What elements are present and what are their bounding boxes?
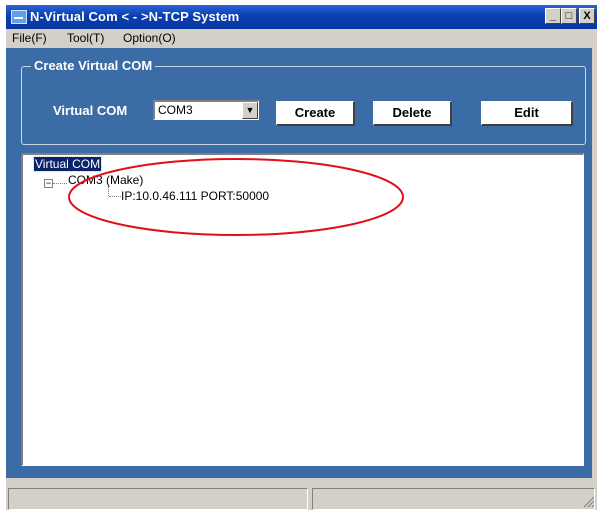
maximize-icon: □: [565, 10, 573, 22]
app-icon: [11, 10, 27, 24]
virtual-com-select[interactable]: COM3 ▼: [153, 100, 259, 120]
menu-tool[interactable]: Tool(T): [67, 31, 104, 45]
virtual-com-select-value: COM3: [158, 103, 193, 117]
menu-file[interactable]: File(F): [12, 31, 47, 45]
highlight-ellipse: [68, 158, 404, 236]
main-window: N-Virtual Com < - >N-TCP System _ □ X Fi…: [6, 5, 597, 510]
menu-bar: File(F) Tool(T) Option(O): [6, 29, 597, 48]
window-title: N-Virtual Com < - >N-TCP System: [30, 9, 240, 24]
status-panel-left: [8, 488, 308, 510]
status-panel-right: [312, 488, 595, 510]
close-icon: X: [583, 10, 591, 22]
content-panel: Create Virtual COM Virtual COM COM3 ▼ Cr…: [6, 48, 592, 478]
delete-button[interactable]: Delete: [373, 101, 452, 126]
virtual-com-label: Virtual COM: [53, 103, 128, 118]
minimize-button[interactable]: _: [545, 8, 561, 24]
close-button[interactable]: X: [579, 8, 595, 24]
minimize-icon: _: [549, 10, 557, 22]
create-button[interactable]: Create: [276, 101, 355, 126]
tree-connector: [53, 183, 67, 185]
virtual-com-tree[interactable]: Virtual COM − COM3 (Make) IP:10.0.46.111…: [21, 153, 584, 466]
title-bar[interactable]: N-Virtual Com < - >N-TCP System _ □ X: [6, 5, 597, 29]
tree-expander-icon[interactable]: −: [44, 179, 53, 188]
dropdown-arrow-icon[interactable]: ▼: [242, 102, 258, 119]
maximize-button[interactable]: □: [561, 8, 577, 24]
menu-option[interactable]: Option(O): [123, 31, 176, 45]
edit-button[interactable]: Edit: [481, 101, 573, 126]
status-bar: [6, 485, 597, 510]
group-legend: Create Virtual COM: [31, 58, 156, 73]
highlight-ellipse-shape: [68, 158, 404, 236]
create-virtual-com-group: Create Virtual COM Virtual COM COM3 ▼ Cr…: [21, 58, 586, 145]
resize-grip-icon[interactable]: [583, 496, 595, 508]
